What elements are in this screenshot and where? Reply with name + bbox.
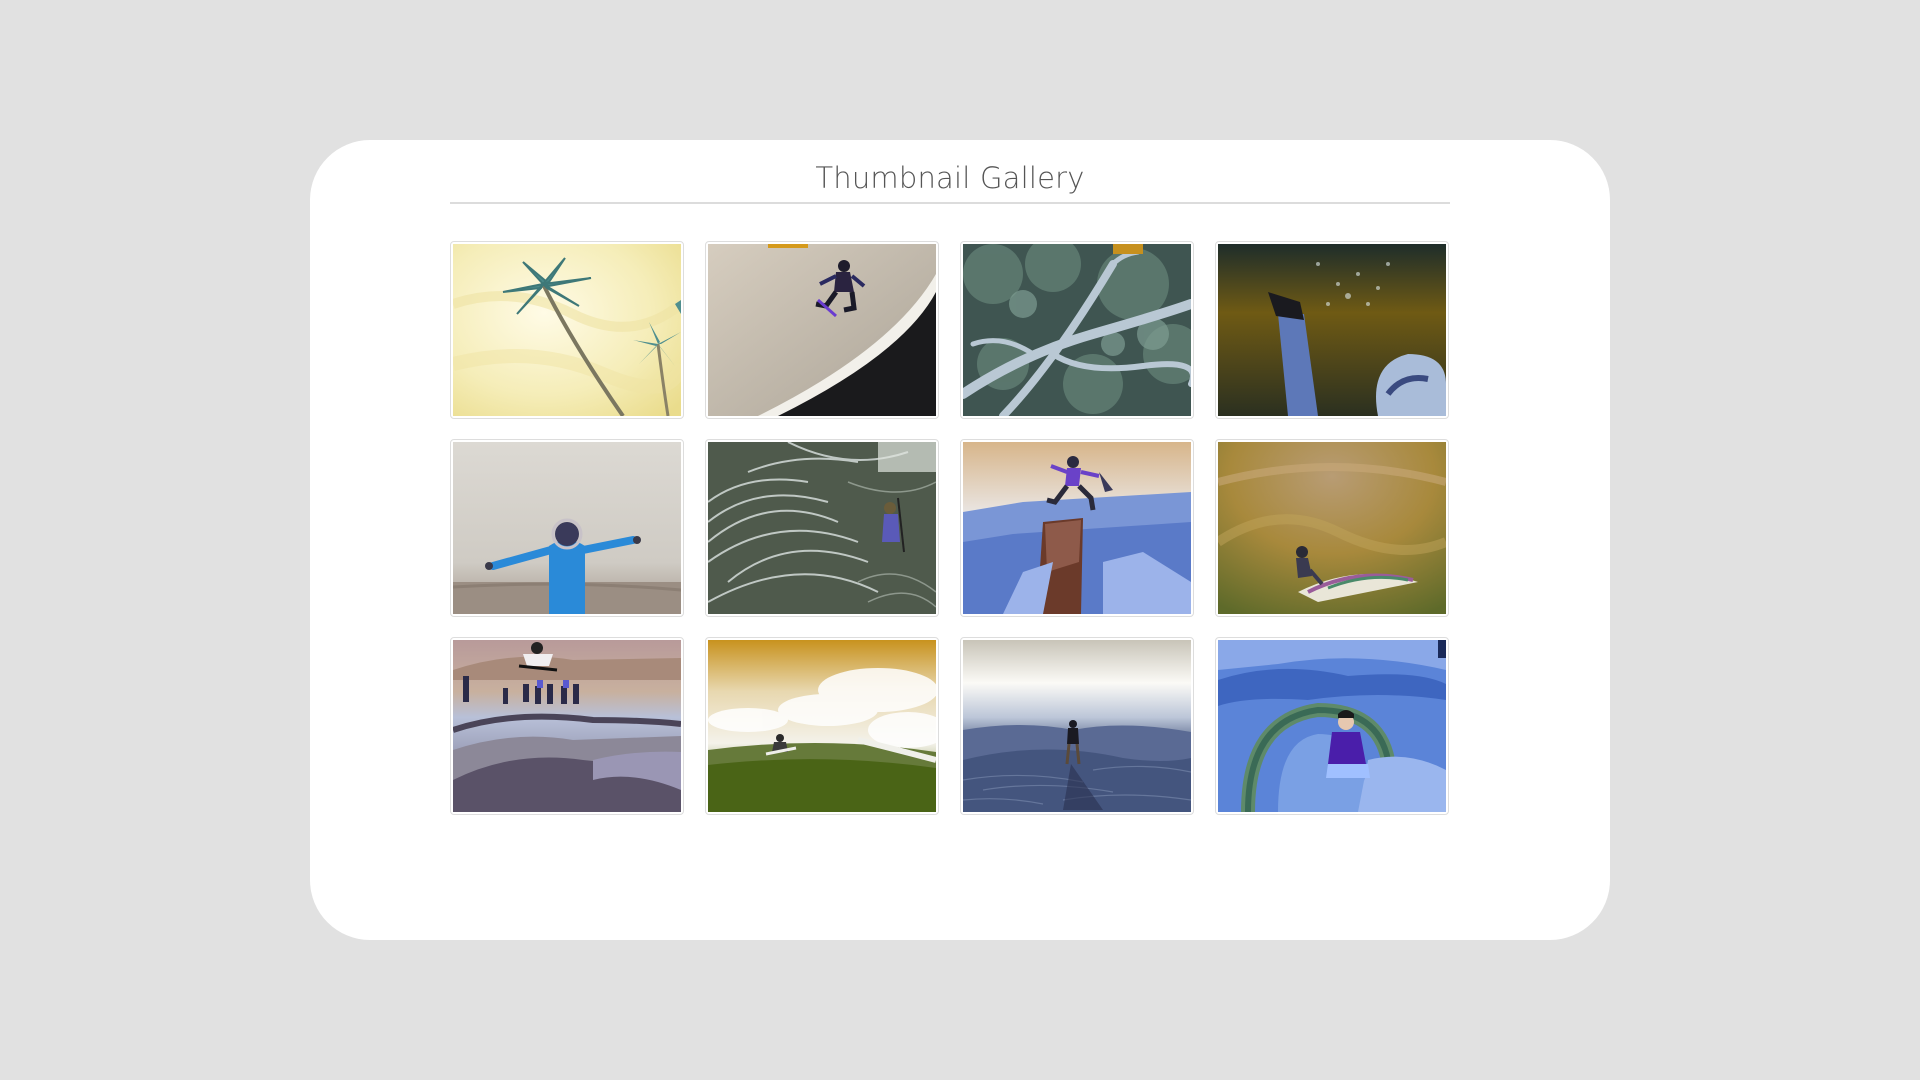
- palm-trees-image: [453, 244, 681, 416]
- arms-wide-image: [453, 442, 681, 614]
- skate-park-image: [453, 640, 681, 812]
- surfer-clouds-image: [708, 640, 936, 812]
- thumbnail-wave-rider[interactable]: [1215, 439, 1449, 617]
- thumbnail-horseshoe-bend[interactable]: [1215, 637, 1449, 815]
- canyon-jump-image: [963, 442, 1191, 614]
- gallery-title: Thumbnail Gallery: [815, 161, 1085, 195]
- thumbnail-canyon-jump[interactable]: [960, 439, 1194, 617]
- thumbnail-palm-trees[interactable]: [450, 241, 684, 419]
- desert-walker-image: [963, 640, 1191, 812]
- wave-rider-image: [1218, 442, 1446, 614]
- gallery-card: Thumbnail Gallery: [310, 140, 1610, 940]
- underwater-feet-image: [1218, 244, 1446, 416]
- gallery: Thumbnail Gallery: [450, 156, 1450, 815]
- thumbnail-grass-figure[interactable]: [705, 439, 939, 617]
- thumbnail-surfer-clouds[interactable]: [705, 637, 939, 815]
- tree-branches-image: [963, 244, 1191, 416]
- title-divider: [450, 202, 1450, 204]
- thumbnail-underwater-feet[interactable]: [1215, 241, 1449, 419]
- thumbnail-arms-wide[interactable]: [450, 439, 684, 617]
- skater-bowl-image: [708, 244, 936, 416]
- thumbnail-desert-walker[interactable]: [960, 637, 1194, 815]
- thumbnail-skate-park[interactable]: [450, 637, 684, 815]
- grass-figure-image: [708, 442, 936, 614]
- thumbnail-tree-branches[interactable]: [960, 241, 1194, 419]
- thumbnail-skater-bowl[interactable]: [705, 241, 939, 419]
- horseshoe-bend-image: [1218, 640, 1446, 812]
